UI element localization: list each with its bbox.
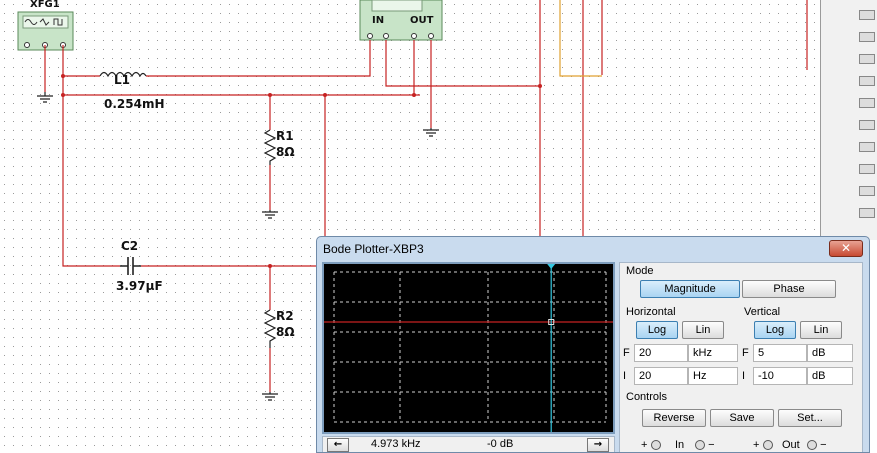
set-button[interactable]: Set... xyxy=(778,409,842,427)
readout-gain: -0 dB xyxy=(487,438,514,450)
xfg1-label: XFG1 xyxy=(30,0,60,10)
horizontal-label: Horizontal xyxy=(626,306,676,318)
vertical-label: Vertical xyxy=(744,306,781,318)
phase-button[interactable]: Phase xyxy=(742,280,836,298)
bode-out-label: OUT xyxy=(410,15,434,26)
out-minus-sign: − xyxy=(820,439,827,451)
horizontal-lin-button[interactable]: Lin xyxy=(682,321,724,339)
in-minus-terminal[interactable]: − xyxy=(695,439,715,451)
in-plus-terminal[interactable]: + xyxy=(641,439,661,451)
vertical-lin-button[interactable]: Lin xyxy=(800,321,842,339)
out-plus-terminal[interactable]: + xyxy=(753,439,773,451)
horizontal-log-button[interactable]: Log xyxy=(636,321,678,339)
out-terminal-label: Out xyxy=(782,439,800,451)
vertical-final-input[interactable]: 5 xyxy=(753,344,807,362)
toolbar-button[interactable] xyxy=(859,186,875,196)
horizontal-initial-input[interactable]: 20 xyxy=(634,367,688,385)
bode-in-label: IN xyxy=(372,15,384,26)
vertical-initial-unit[interactable]: dB xyxy=(807,367,853,385)
vertical-log-button[interactable]: Log xyxy=(754,321,796,339)
bode-plot-svg[interactable] xyxy=(324,264,613,432)
r2-name: R2 xyxy=(276,309,294,323)
reverse-button[interactable]: Reverse xyxy=(642,409,706,427)
toolbar-button[interactable] xyxy=(859,98,875,108)
terminal-pin-icon[interactable] xyxy=(762,440,773,451)
toolbar-button[interactable] xyxy=(859,208,875,218)
horizontal-initial-label: I xyxy=(623,370,627,382)
close-button[interactable]: ✕ xyxy=(829,240,863,257)
toolbar-button[interactable] xyxy=(859,54,875,64)
in-minus-sign: − xyxy=(708,439,715,451)
r1-name: R1 xyxy=(276,129,294,143)
mode-label: Mode xyxy=(626,265,654,277)
terminal-pin-icon[interactable] xyxy=(695,440,705,451)
terminal-pin-icon[interactable] xyxy=(807,440,817,451)
out-minus-terminal[interactable]: − xyxy=(807,439,827,451)
out-plus-sign: + xyxy=(753,439,760,451)
right-toolbar[interactable] xyxy=(820,0,877,240)
toolbar-button[interactable] xyxy=(859,120,875,130)
save-button[interactable]: Save xyxy=(710,409,774,427)
toolbar-button[interactable] xyxy=(859,142,875,152)
terminal-pin-icon[interactable] xyxy=(650,440,661,451)
cursor-readout: ← 4.973 kHz -0 dB → xyxy=(322,436,615,452)
c2-name: C2 xyxy=(121,239,138,253)
toolbar-button[interactable] xyxy=(859,164,875,174)
cursor-left-button[interactable]: ← xyxy=(327,438,349,452)
window-title: Bode Plotter-XBP3 xyxy=(323,242,424,256)
horizontal-initial-unit[interactable]: Hz xyxy=(688,367,738,385)
vertical-final-unit[interactable]: dB xyxy=(807,344,853,362)
settings-panel: Mode Magnitude Phase Horizontal Log Lin … xyxy=(619,262,863,452)
l1-value: 0.254mH xyxy=(104,97,165,111)
cursor-right-button[interactable]: → xyxy=(587,438,609,452)
magnitude-button[interactable]: Magnitude xyxy=(640,280,740,298)
vertical-final-label: F xyxy=(742,347,749,359)
bode-plotter-block[interactable]: IN OUT xyxy=(359,0,443,41)
toolbar-button[interactable] xyxy=(859,10,875,20)
toolbar-button[interactable] xyxy=(859,32,875,42)
horizontal-final-input[interactable]: 20 xyxy=(634,344,688,362)
controls-label: Controls xyxy=(626,391,667,403)
c2-value: 3.97µF xyxy=(116,279,163,293)
vertical-initial-label: I xyxy=(742,370,746,382)
r2-value: 8Ω xyxy=(276,325,295,339)
horizontal-final-label: F xyxy=(623,347,630,359)
readout-frequency: 4.973 kHz xyxy=(371,438,421,450)
in-terminal-label: In xyxy=(675,439,685,451)
vertical-initial-input[interactable]: -10 xyxy=(753,367,807,385)
in-plus-sign: + xyxy=(641,439,648,451)
l1-name: L1 xyxy=(114,73,130,87)
bode-plot-display[interactable] xyxy=(322,262,615,434)
bode-plotter-window[interactable]: Bode Plotter-XBP3 ✕ ← 4.973 kHz -0 dB → … xyxy=(316,236,870,453)
horizontal-final-unit[interactable]: kHz xyxy=(688,344,738,362)
toolbar-button[interactable] xyxy=(859,76,875,86)
r1-value: 8Ω xyxy=(276,145,295,159)
